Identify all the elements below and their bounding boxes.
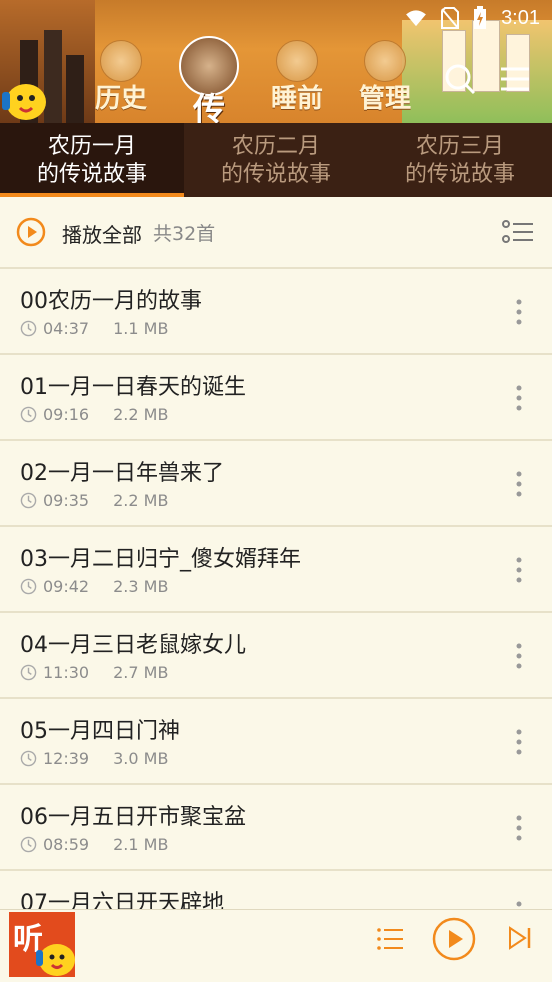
track-title: 01一月一日春天的诞生 (20, 375, 246, 400)
mini-player: 听 (0, 909, 552, 982)
list-item[interactable]: 05一月四日门神 12:39 3.0 MB (0, 699, 552, 785)
tab-label: 管理 (358, 84, 411, 114)
more-vertical-icon[interactable] (516, 815, 522, 841)
mascot-icon (36, 944, 75, 976)
more-vertical-icon[interactable] (516, 299, 522, 325)
track-size: 2.1 MB (113, 835, 169, 854)
app-logo (0, 78, 48, 122)
track-count: 共32首 (153, 223, 216, 245)
clock-icon (20, 578, 37, 595)
track-title: 06一月五日开市聚宝盆 (20, 805, 246, 830)
tab-manage[interactable]: 管理 (354, 40, 416, 120)
list-item[interactable]: 01一月一日春天的诞生 09:16 2.2 MB (0, 355, 552, 441)
more-vertical-icon[interactable] (516, 643, 522, 669)
bedtime-badge-icon (276, 40, 318, 82)
manage-badge-icon (364, 40, 406, 82)
more-vertical-icon[interactable] (516, 729, 522, 755)
track-duration: 04:37 (43, 319, 90, 338)
more-vertical-icon[interactable] (516, 471, 522, 497)
clock-icon (20, 320, 37, 337)
track-title: 04一月三日老鼠嫁女儿 (20, 633, 246, 658)
more-vertical-icon[interactable] (516, 385, 522, 411)
track-title: 02一月一日年兽来了 (20, 461, 224, 486)
clock-icon (20, 664, 37, 681)
list-item[interactable]: 04一月三日老鼠嫁女儿 11:30 2.7 MB (0, 613, 552, 699)
next-track-icon[interactable] (507, 925, 533, 951)
track-size: 2.3 MB (113, 577, 169, 596)
play-all-row[interactable]: 播放全部 共32首 (0, 197, 552, 269)
track-duration: 09:35 (43, 491, 90, 510)
search-icon[interactable] (443, 62, 477, 96)
play-button-icon[interactable] (432, 917, 476, 961)
clock-icon (20, 750, 37, 767)
category-tabs: 农历一月 的传说故事 农历二月 的传说故事 农历三月 的传说故事 (0, 123, 552, 197)
multi-select-list-icon[interactable] (502, 219, 534, 245)
track-size: 2.2 MB (113, 405, 169, 424)
play-circle-icon[interactable] (16, 217, 46, 247)
menu-icon[interactable] (498, 62, 532, 96)
header: 3:01 历史 传统 睡前 管理 (0, 0, 552, 123)
tab-tradition[interactable]: 传统 (178, 36, 240, 123)
tab-label: 睡前 (270, 84, 323, 114)
track-title: 03一月二日归宁_傻女婿拜年 (20, 547, 301, 572)
battery-charging-icon (474, 6, 487, 29)
wifi-icon (406, 10, 426, 27)
more-vertical-icon[interactable] (516, 557, 522, 583)
track-size: 1.1 MB (113, 319, 169, 338)
tab-label: 传统 (192, 90, 225, 123)
tab-bedtime[interactable]: 睡前 (266, 40, 328, 120)
track-size: 2.7 MB (113, 663, 169, 682)
track-duration: 08:59 (43, 835, 90, 854)
status-time: 3:01 (501, 6, 540, 29)
track-title: 05一月四日门神 (20, 719, 180, 744)
list-item[interactable]: 03一月二日归宁_傻女婿拜年 09:42 2.3 MB (0, 527, 552, 613)
track-list: 00农历一月的故事 04:37 1.1 MB 01一月一日春天的诞生 09:16… (0, 269, 552, 909)
list-item[interactable]: 07一月六日开天辟地 (0, 871, 552, 909)
status-bar: 3:01 (0, 0, 552, 36)
track-duration: 09:42 (43, 577, 90, 596)
list-item[interactable]: 02一月一日年兽来了 09:35 2.2 MB (0, 441, 552, 527)
category-tab-1[interactable]: 农历一月 的传说故事 (0, 123, 184, 197)
track-duration: 09:16 (43, 405, 90, 424)
playlist-icon[interactable] (376, 927, 404, 951)
category-tab-line2: 的传说故事 (36, 162, 147, 187)
track-size: 3.0 MB (113, 749, 169, 768)
category-tab-line2: 的传说故事 (404, 162, 515, 187)
track-title: 00农历一月的故事 (20, 289, 202, 314)
track-duration: 11:30 (43, 663, 90, 682)
category-tab-2[interactable]: 农历二月 的传说故事 (184, 123, 368, 197)
category-tab-line1: 农历二月 (231, 134, 320, 159)
category-tab-line1: 农历一月 (47, 134, 136, 159)
clock-icon (20, 406, 37, 423)
main-tabs: 历史 传统 睡前 管理 (90, 36, 416, 123)
tab-label: 历史 (94, 84, 147, 114)
category-tab-line2: 的传说故事 (220, 162, 331, 187)
category-tab-line1: 农历三月 (415, 134, 504, 159)
clock-icon (20, 492, 37, 509)
track-size: 2.2 MB (113, 491, 169, 510)
clock-icon (20, 836, 37, 853)
category-tab-3[interactable]: 农历三月 的传说故事 (368, 123, 552, 197)
list-item[interactable]: 00农历一月的故事 04:37 1.1 MB (0, 269, 552, 355)
tab-history[interactable]: 历史 (90, 40, 152, 120)
play-all-label[interactable]: 播放全部 (62, 219, 142, 248)
list-item[interactable]: 06一月五日开市聚宝盆 08:59 2.1 MB (0, 785, 552, 871)
track-title: 07一月六日开天辟地 (20, 891, 224, 909)
no-sim-icon (441, 7, 460, 29)
track-duration: 12:39 (43, 749, 90, 768)
more-vertical-icon[interactable] (516, 901, 522, 909)
history-badge-icon (100, 40, 142, 82)
album-cover[interactable]: 听 (9, 912, 75, 977)
